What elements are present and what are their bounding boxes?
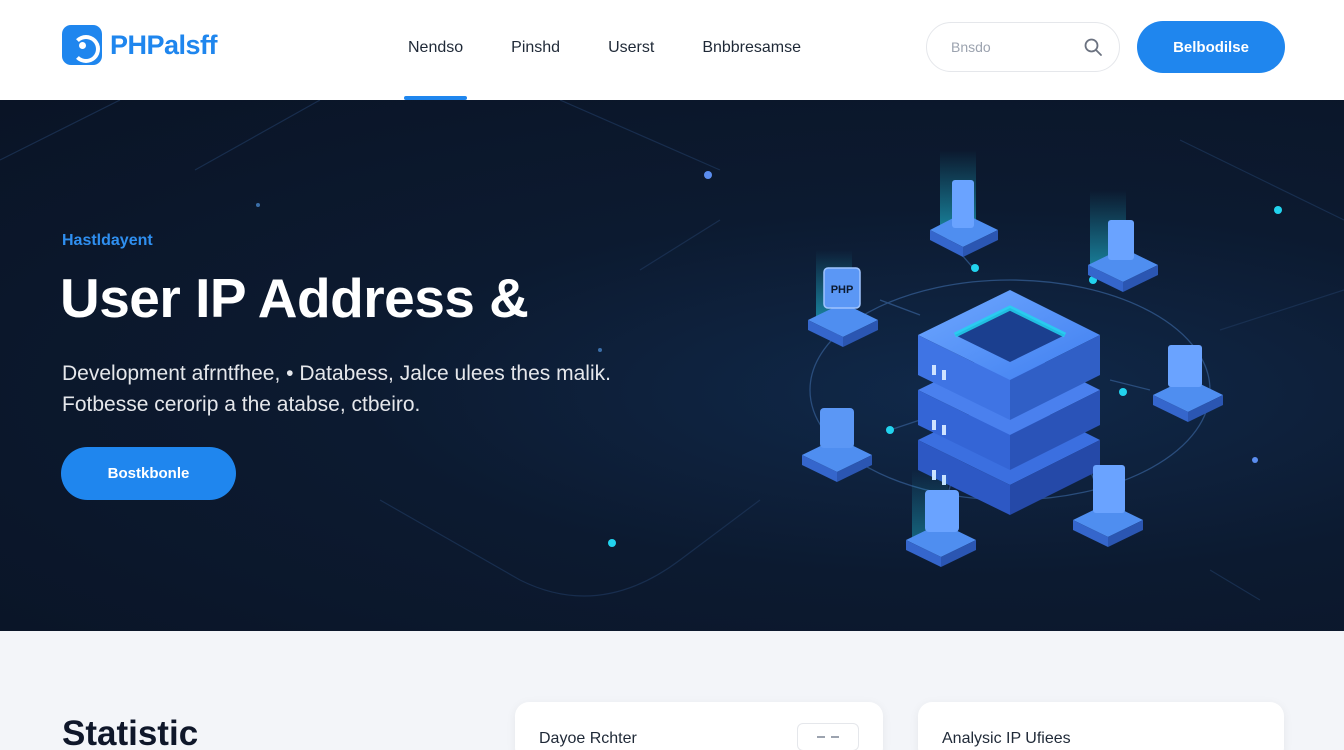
top-navbar: PHPalsff Nendso Pinshd Userst Bnbbresams…	[0, 0, 1344, 100]
stat-card-title: Dayoe Rchter	[539, 730, 637, 747]
php-node-label: PHP	[831, 284, 854, 296]
search-input[interactable]	[951, 39, 1083, 55]
nav-item-3[interactable]: Userst	[590, 0, 672, 100]
hero-eyebrow: Hastldayent	[62, 232, 153, 249]
hero-description-line-2: Fotbesse cerorip a the atabse, ctbeiro.	[62, 393, 421, 416]
menu-icon[interactable]	[797, 723, 859, 750]
hero-section: Hastldayent User IP Address & Developmen…	[0, 100, 1344, 631]
main-nav: Nendso Pinshd Userst Bnbbresamse	[390, 0, 831, 100]
nav-item-4[interactable]: Bnbbresamse	[684, 0, 819, 100]
stat-card-1[interactable]: Dayoe Rchter	[515, 702, 883, 750]
statistics-section: Statistic Dayoe Rchter Analysic IP Ufiee…	[0, 631, 1344, 750]
nav-item-2[interactable]: Pinshd	[493, 0, 578, 100]
server-stack-icon: PHP	[802, 150, 1223, 567]
search-box	[926, 22, 1120, 72]
stat-card-title: Analysic IP Ufiees	[942, 730, 1071, 747]
hero-cta-button[interactable]: Bostkbonle	[61, 447, 236, 500]
logo-mark-icon	[62, 25, 102, 65]
hero-description-line-1: Development afrntfhee, • Databess, Jalce…	[62, 362, 611, 385]
stat-card-2[interactable]: Analysic IP Ufiees	[918, 702, 1284, 750]
logo[interactable]: PHPalsff	[62, 25, 218, 65]
statistics-title: Statistic	[62, 714, 199, 750]
hero-title: User IP Address &	[60, 267, 529, 329]
header-cta-button[interactable]: Belbodilse	[1137, 21, 1285, 73]
logo-text: PHPalsff	[110, 29, 218, 60]
hero-description: Development afrntfhee, • Databess, Jalce…	[62, 358, 662, 420]
nav-item-1[interactable]: Nendso	[390, 0, 481, 100]
search-icon[interactable]	[1083, 37, 1103, 57]
